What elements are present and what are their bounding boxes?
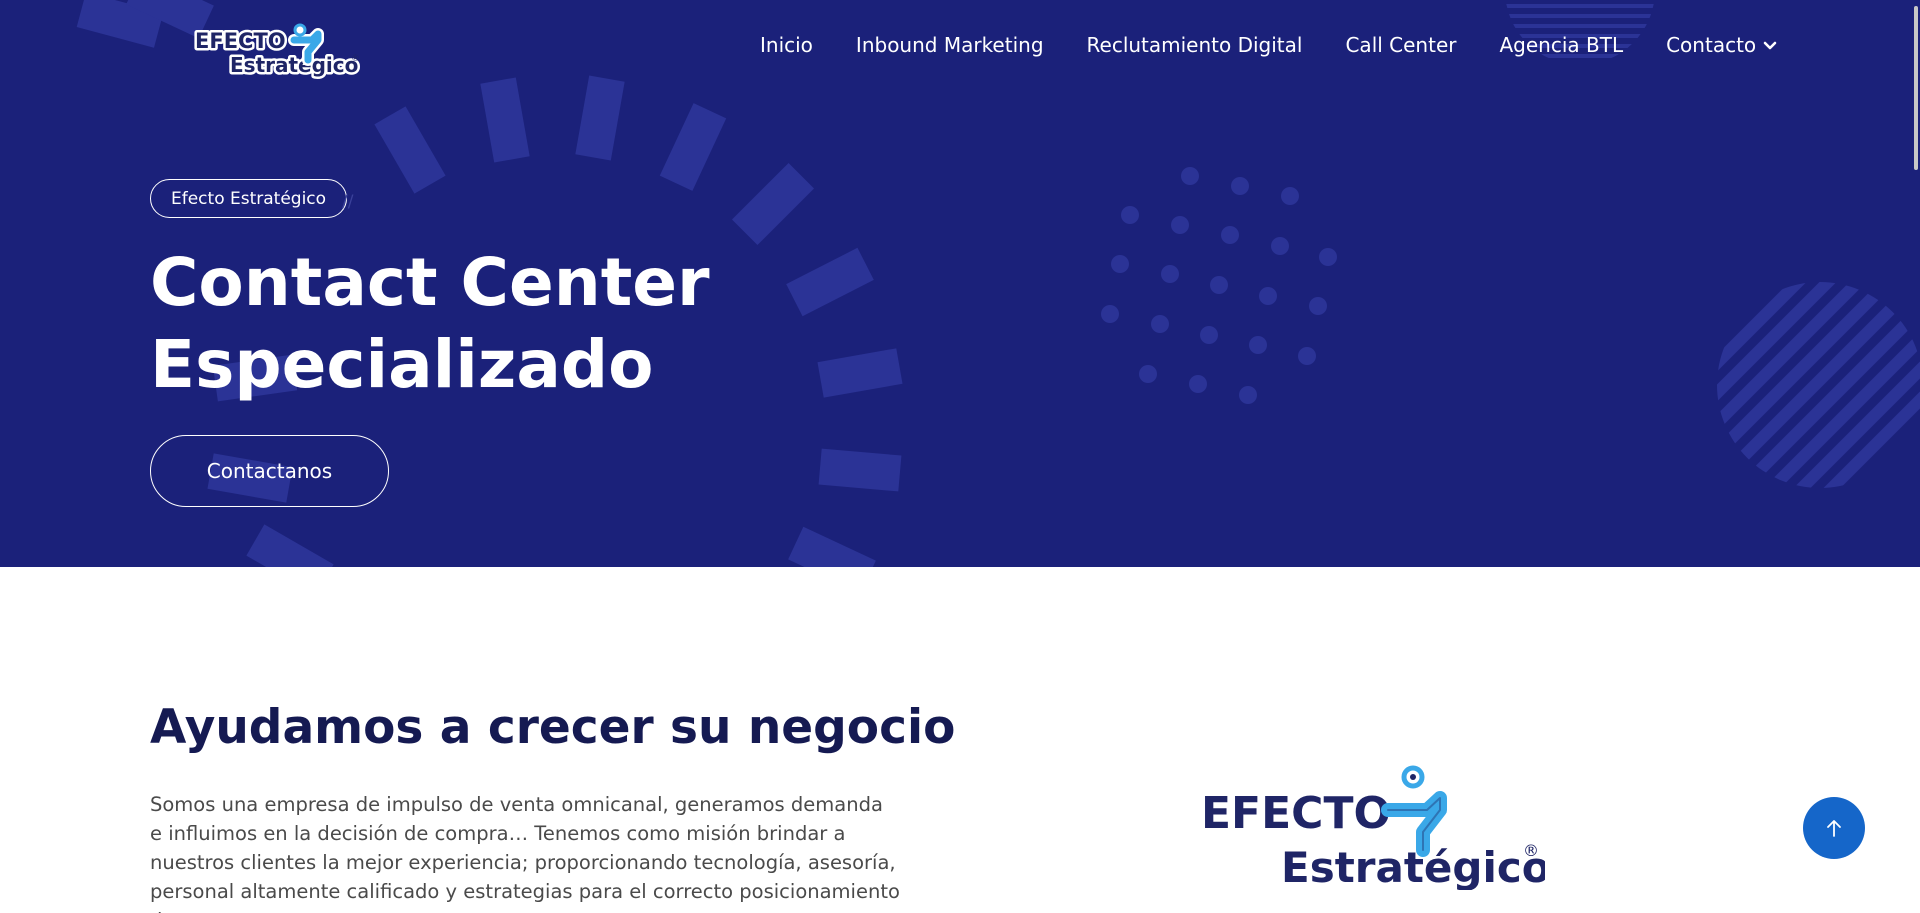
logo-large-line1: EFECTO bbox=[1201, 788, 1391, 839]
scrollbar-thumb[interactable] bbox=[1914, 6, 1918, 170]
main-nav: Inicio Inbound Marketing Reclutamiento D… bbox=[760, 30, 1778, 60]
hero-title-line2: Especializado bbox=[150, 326, 654, 403]
hero-title: Contact Center Especializado bbox=[150, 242, 850, 406]
nav-item-reclutamiento-digital[interactable]: Reclutamiento Digital bbox=[1087, 33, 1303, 57]
tag-separator: // bbox=[342, 192, 354, 212]
registered-mark: ® bbox=[351, 54, 360, 64]
hero-section: EFECTO Estratégico EFECTO Estratégico ® … bbox=[0, 0, 1920, 567]
hero-title-line1: Contact Center bbox=[150, 244, 710, 321]
nav-item-inbound-marketing[interactable]: Inbound Marketing bbox=[856, 33, 1044, 57]
nav-item-call-center[interactable]: Call Center bbox=[1345, 33, 1456, 57]
logo-text-line2: Estratégico bbox=[230, 53, 358, 77]
scroll-top-button[interactable] bbox=[1803, 797, 1865, 859]
brand-logo-large: EFECTO Estratégico ® bbox=[1201, 765, 1545, 890]
arrow-up-icon bbox=[1827, 820, 1841, 837]
nav-item-contacto[interactable]: Contacto bbox=[1666, 33, 1778, 57]
logo-text-line1: EFECTO bbox=[195, 29, 286, 53]
chevron-down-icon bbox=[1763, 41, 1777, 50]
contactanos-button[interactable]: Contactanos bbox=[150, 435, 389, 507]
nav-item-agencia-btl[interactable]: Agencia BTL bbox=[1499, 33, 1623, 57]
nav-item-contacto-label: Contacto bbox=[1666, 33, 1757, 57]
hero-tag: Efecto Estratégico bbox=[150, 179, 348, 218]
about-text: Somos una empresa de impulso de venta om… bbox=[150, 793, 900, 913]
logo-large-line2: Estratégico bbox=[1281, 843, 1545, 890]
brand-logo[interactable]: EFECTO Estratégico EFECTO Estratégico ® bbox=[190, 10, 365, 80]
nav-item-inicio[interactable]: Inicio bbox=[760, 33, 813, 57]
logo-large-registered: ® bbox=[1523, 841, 1539, 860]
logo-large-cross-icon bbox=[1381, 765, 1447, 857]
about-title: Ayudamos a crecer su negocio bbox=[150, 700, 956, 755]
